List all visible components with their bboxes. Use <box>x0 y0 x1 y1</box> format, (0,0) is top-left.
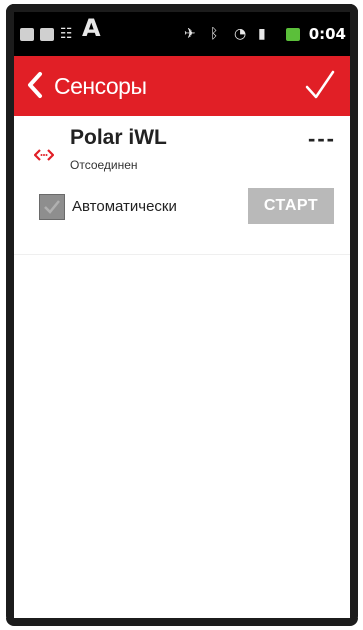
screen: ☷ A ✈ ᛒ ◔ ▮ 0:04 Сенсоры Polar iWL Отсое… <box>14 12 350 618</box>
bezel-top <box>6 4 358 12</box>
bezel-right <box>350 4 358 624</box>
play-icon <box>40 28 54 41</box>
sensor-item: Polar iWL Отсоединен --- Автоматически С… <box>14 116 350 255</box>
bezel-left <box>6 4 14 624</box>
action-bar: Сенсоры <box>14 56 350 116</box>
checkmark-icon[interactable] <box>304 68 336 102</box>
status-bar: ☷ A ✈ ᛒ ◔ ▮ 0:04 <box>14 12 350 56</box>
check-mark-icon <box>44 200 60 214</box>
phone-frame: ☷ A ✈ ᛒ ◔ ▮ 0:04 Сенсоры Polar iWL Отсое… <box>0 0 363 630</box>
bezel-bottom <box>6 618 358 626</box>
bluetooth-icon: ᛒ <box>210 26 219 42</box>
signal-icon: ▮ <box>258 26 266 42</box>
list-icon: ☷ <box>60 26 73 42</box>
font-a-icon: A <box>82 14 101 42</box>
page-title: Сенсоры <box>54 73 147 99</box>
sensor-value: --- <box>308 126 336 151</box>
status-time: 0:04 <box>308 25 346 43</box>
sensor-link-icon <box>34 149 54 161</box>
battery-icon <box>286 28 300 41</box>
wifi-icon: ◔ <box>234 26 247 42</box>
chevron-left-icon[interactable] <box>24 70 48 100</box>
auto-checkbox[interactable] <box>39 194 65 220</box>
sensor-status: Отсоединен <box>70 158 138 172</box>
auto-label: Автоматически <box>72 198 177 215</box>
start-button[interactable]: СТАРТ <box>248 188 334 224</box>
checkbox-icon <box>20 28 34 41</box>
satellite-icon: ✈ <box>184 26 196 42</box>
sensor-name: Polar iWL <box>70 126 167 149</box>
